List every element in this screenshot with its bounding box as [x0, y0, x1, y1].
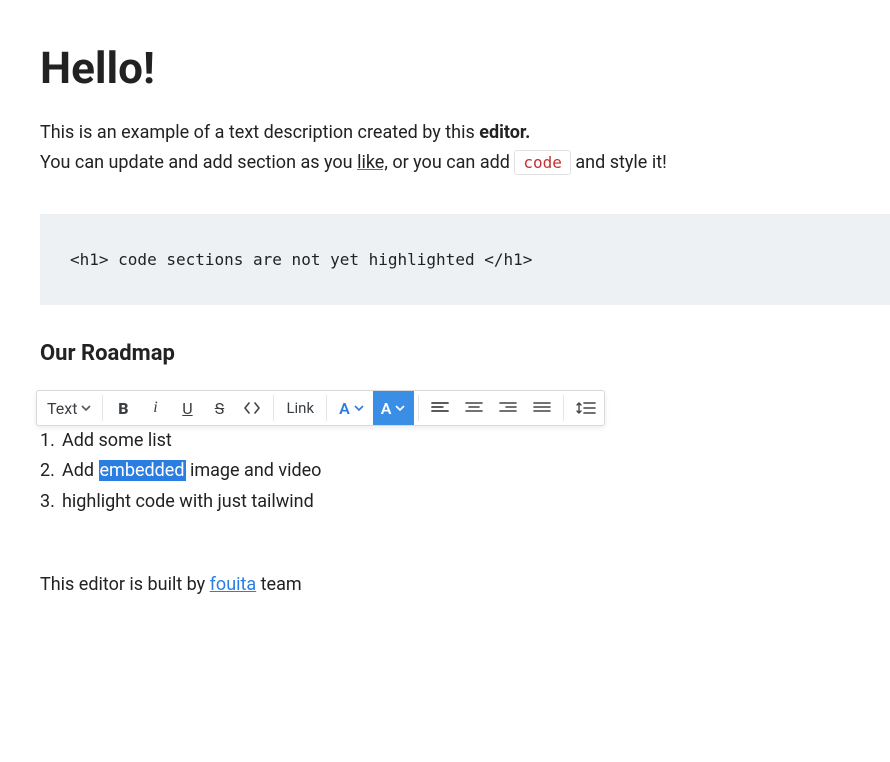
align-justify-button[interactable] [525, 391, 559, 425]
editor-toolbar: Text B i U S Link A A [36, 390, 605, 426]
list-text: Add some list [62, 426, 172, 457]
line-spacing-icon [576, 401, 596, 415]
strikethrough-button[interactable]: S [203, 391, 235, 425]
align-right-icon [499, 401, 517, 415]
highlight-color-label: A [381, 399, 392, 418]
list-item[interactable]: 1. Add some list [40, 426, 890, 457]
align-left-button[interactable] [423, 391, 457, 425]
intro-inline-code: code [514, 150, 571, 175]
code-icon [243, 401, 261, 415]
code-button[interactable] [235, 391, 269, 425]
footer-line[interactable]: This editor is built by fouita team [40, 574, 890, 595]
toolbar-separator [326, 395, 327, 421]
bold-button[interactable]: B [107, 391, 139, 425]
toolbar-separator [418, 395, 419, 421]
toolbar-separator [102, 395, 103, 421]
section-heading-roadmap[interactable]: Our Roadmap [40, 341, 890, 366]
toolbar-separator [563, 395, 564, 421]
intro-link-like[interactable]: like, [357, 152, 388, 173]
list-text-before: Add [62, 460, 99, 481]
chevron-down-icon [80, 402, 92, 414]
highlight-color-button[interactable]: A [373, 391, 415, 425]
underline-button[interactable]: U [171, 391, 203, 425]
italic-button[interactable]: i [139, 391, 171, 425]
list-text-after: image and video [186, 460, 322, 481]
list-number: 2. [40, 456, 62, 487]
footer-text-a: This editor is built by [40, 574, 210, 595]
link-button[interactable]: Link [278, 391, 322, 425]
toolbar-separator [273, 395, 274, 421]
list-text-wrap: Add embedded image and video [62, 456, 321, 487]
intro-text-2b: or you can add [388, 152, 515, 173]
intro-text-2c: and style it! [575, 152, 666, 173]
document-title[interactable]: Hello! [40, 44, 890, 92]
align-left-icon [431, 401, 449, 415]
intro-paragraph-1[interactable]: This is an example of a text description… [40, 118, 890, 148]
line-spacing-button[interactable] [568, 391, 604, 425]
align-justify-icon [533, 401, 551, 415]
intro-paragraph-2[interactable]: You can update and add section as you li… [40, 148, 890, 178]
chevron-down-icon [394, 402, 406, 414]
align-center-button[interactable] [457, 391, 491, 425]
intro-text: This is an example of a text description… [40, 122, 479, 143]
align-right-button[interactable] [491, 391, 525, 425]
list-number: 3. [40, 487, 62, 518]
list-number: 1. [40, 426, 62, 457]
footer-text-b: team [256, 574, 301, 595]
selected-text[interactable]: embedded [99, 460, 186, 481]
align-center-icon [465, 401, 483, 415]
intro-text-2a: You can update and add section as you [40, 152, 357, 173]
editor-document[interactable]: Hello! This is an example of a text desc… [40, 44, 890, 595]
toolbar-text-label: Text [47, 399, 77, 418]
toolbar-text-style-dropdown[interactable]: Text [37, 391, 98, 425]
roadmap-list[interactable]: 1. Add some list 2. Add embedded image a… [40, 426, 890, 518]
list-item[interactable]: 3. highlight code with just tailwind [40, 487, 890, 518]
code-block[interactable]: <h1> code sections are not yet highlight… [40, 214, 890, 305]
intro-bold: editor. [479, 122, 530, 143]
chevron-down-icon [353, 402, 365, 414]
text-color-button[interactable]: A [331, 391, 373, 425]
list-text: highlight code with just tailwind [62, 487, 314, 518]
footer-link-fouita[interactable]: fouita [210, 574, 257, 595]
list-item[interactable]: 2. Add embedded image and video [40, 456, 890, 487]
text-color-label: A [339, 399, 350, 418]
